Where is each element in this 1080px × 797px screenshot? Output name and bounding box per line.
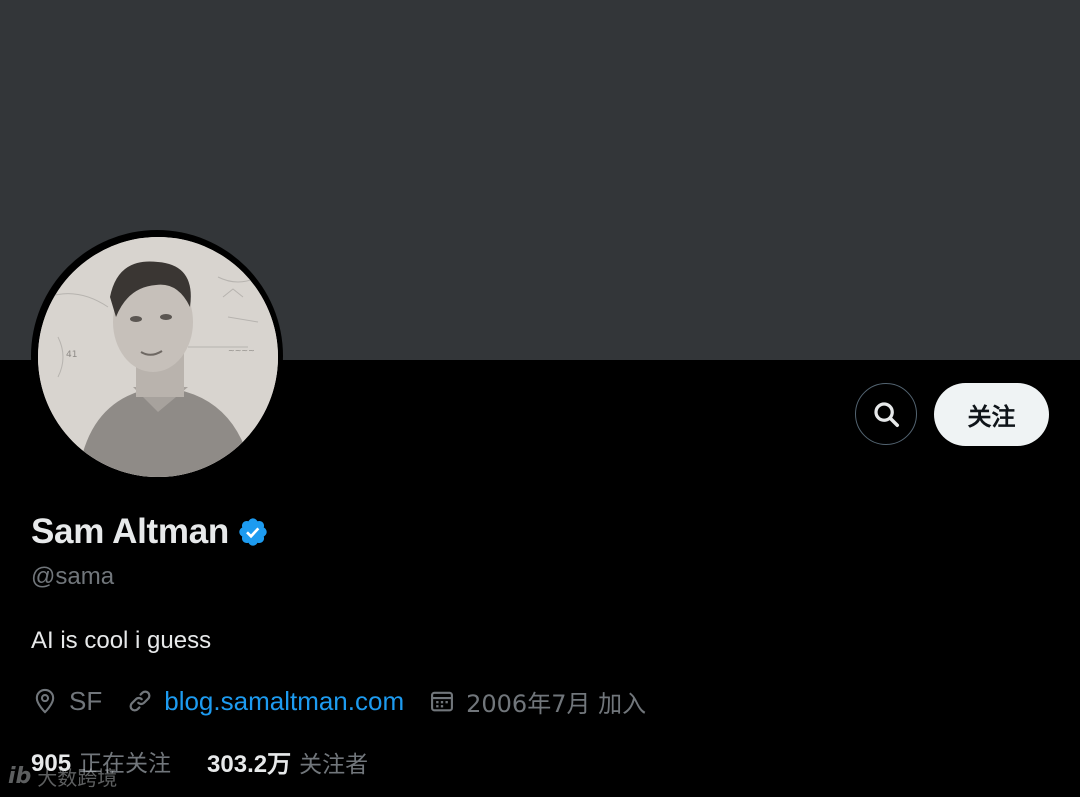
location-item: SF	[31, 686, 102, 717]
svg-text:41: 41	[66, 350, 77, 360]
watermark: ib 大数跨境	[8, 762, 117, 791]
user-handle: @sama	[31, 563, 115, 590]
followers-label: 关注者	[299, 751, 369, 778]
avatar[interactable]: 41 ~~~~	[38, 237, 278, 477]
watermark-logo: ib	[8, 764, 32, 789]
search-icon	[874, 402, 899, 427]
search-button[interactable]	[855, 383, 917, 445]
website-item[interactable]: blog.samaltman.com	[126, 686, 404, 717]
display-name: Sam Altman	[31, 512, 229, 551]
svg-text:~~~~: ~~~~	[228, 346, 255, 355]
followers-count: 303.2万	[207, 750, 292, 778]
calendar-icon	[431, 691, 454, 712]
verified-badge-icon[interactable]	[237, 516, 269, 548]
location-text: SF	[69, 685, 103, 716]
avatar-photo: 41 ~~~~	[38, 237, 278, 477]
joined-date: 2006年7月 加入	[466, 689, 647, 718]
profile-meta: SF blog.samaltman.com 2006年7月 加入	[31, 682, 670, 720]
profile-bio: AI is cool i guess	[31, 627, 212, 654]
followers-stat[interactable]: 303.2万 关注者	[207, 744, 368, 779]
location-pin-icon	[35, 688, 55, 714]
profile-name-row: Sam Altman	[31, 512, 269, 552]
website-link[interactable]: blog.samaltman.com	[164, 686, 404, 717]
watermark-text: 大数跨境	[37, 766, 118, 790]
link-icon	[129, 690, 151, 712]
joined-item: 2006年7月 加入	[428, 684, 646, 719]
follow-button[interactable]: 关注	[934, 383, 1049, 446]
